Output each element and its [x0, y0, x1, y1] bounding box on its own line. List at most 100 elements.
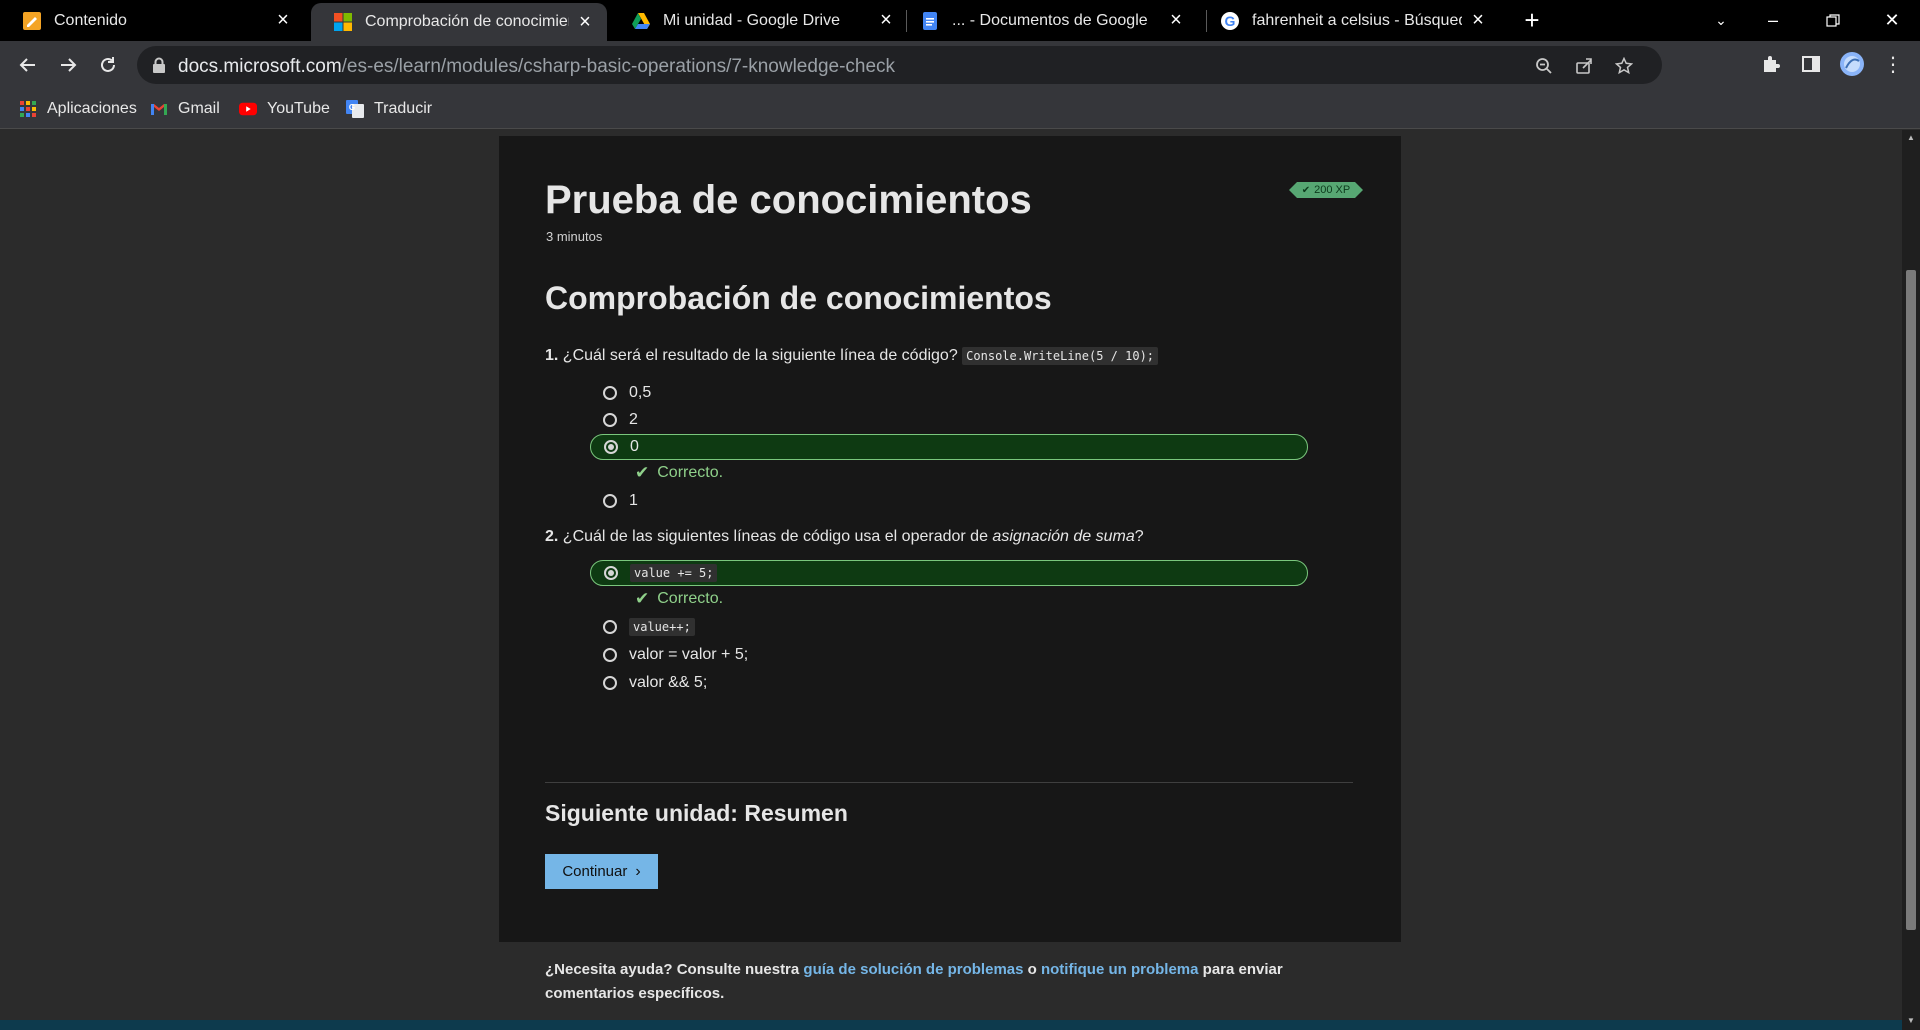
- answer-option[interactable]: value++;: [590, 614, 1308, 640]
- section-title: Comprobación de conocimientos: [545, 280, 1052, 316]
- radio-button-checked[interactable]: [604, 566, 618, 580]
- troubleshooting-link[interactable]: guía de solución de problemas: [803, 961, 1023, 978]
- gmail-icon: [150, 100, 168, 118]
- bookmark-label: YouTube: [267, 100, 330, 117]
- tab-contenido[interactable]: Contenido ×: [0, 0, 305, 41]
- radio-button[interactable]: [603, 648, 617, 662]
- radio-button[interactable]: [603, 676, 617, 690]
- side-panel-icon[interactable]: [1798, 51, 1824, 77]
- close-tab-icon[interactable]: ×: [575, 11, 595, 33]
- tab-title: ... - Documentos de Google: [952, 11, 1148, 29]
- question-1: 1. ¿Cuál será el resultado de la siguien…: [545, 347, 1159, 365]
- duration-text: 3 minutos: [546, 229, 603, 244]
- option-label: value++;: [629, 618, 695, 636]
- back-button[interactable]: [13, 51, 43, 79]
- bookmark-label: Gmail: [178, 100, 220, 117]
- tab-google-search[interactable]: G fahrenheit a celsius - Búsqueda de Goo…: [1198, 0, 1500, 41]
- continue-label: Continuar: [562, 863, 628, 880]
- scroll-down-icon[interactable]: ▼: [1906, 1016, 1916, 1026]
- new-tab-button[interactable]: +: [1519, 7, 1545, 34]
- radio-button[interactable]: [603, 620, 617, 634]
- divider: [545, 782, 1353, 783]
- microsoft-icon: [333, 12, 353, 32]
- google-icon: G: [1220, 11, 1240, 31]
- bookmarks-bar: Aplicaciones Gmail YouTube G Traducir: [0, 89, 1920, 129]
- svg-text:G: G: [349, 103, 355, 112]
- tab-title: Mi unidad - Google Drive: [663, 11, 840, 29]
- scrollbar-thumb[interactable]: [1906, 270, 1916, 930]
- correct-feedback: ✔ Correcto.: [635, 463, 723, 483]
- avatar[interactable]: [1839, 51, 1865, 77]
- radio-button[interactable]: [603, 386, 617, 400]
- tab-google-docs[interactable]: ... - Documentos de Google ×: [898, 0, 1198, 41]
- bookmark-gmail[interactable]: Gmail: [150, 97, 220, 121]
- question-text-end: ?: [1134, 528, 1144, 545]
- forward-button[interactable]: [53, 51, 83, 79]
- help-text: ¿Necesita ayuda? Consulte nuestra guía d…: [545, 958, 1345, 1006]
- report-problem-link[interactable]: notifique un problema: [1041, 961, 1199, 978]
- checkmark-icon: ✔: [635, 589, 650, 608]
- scroll-up-icon[interactable]: ▲: [1906, 133, 1916, 143]
- answer-option[interactable]: valor && 5;: [590, 670, 1308, 696]
- svg-text:G: G: [1225, 13, 1236, 29]
- close-tab-icon[interactable]: ×: [1166, 9, 1186, 31]
- option-label: 2: [629, 411, 638, 428]
- answer-option-selected[interactable]: value += 5;: [590, 560, 1308, 586]
- address-bar[interactable]: docs.microsoft.com/es-es/learn/modules/c…: [137, 46, 1662, 84]
- close-tab-icon[interactable]: ×: [876, 9, 896, 31]
- checkmark-icon: ✔: [635, 463, 650, 482]
- continue-button[interactable]: Continuar ›: [545, 854, 658, 889]
- answer-option[interactable]: 0,5: [590, 380, 1308, 406]
- radio-button-checked[interactable]: [604, 440, 618, 454]
- scrollbar[interactable]: ▲ ▼: [1902, 130, 1920, 1030]
- tab-comprobacion[interactable]: Comprobación de conocimientos ×: [311, 3, 607, 41]
- menu-icon[interactable]: ⋮: [1880, 51, 1906, 77]
- knowledge-check-card: Prueba de conocimientos 3 minutos ✔ 200 X…: [499, 136, 1401, 942]
- question-number: 2.: [545, 528, 559, 545]
- lock-icon[interactable]: [152, 57, 166, 73]
- check-icon: ✔: [1301, 184, 1311, 196]
- close-tab-icon[interactable]: ×: [1468, 9, 1488, 31]
- option-label: 0: [630, 438, 639, 455]
- close-window-button[interactable]: ✕: [1864, 0, 1920, 41]
- answer-option-selected[interactable]: 0: [590, 434, 1308, 460]
- tab-strip: Contenido × Comprobación de conocimiento…: [0, 0, 1920, 41]
- option-label: valor = valor + 5;: [629, 646, 749, 663]
- zoom-icon[interactable]: [1533, 55, 1555, 77]
- feedback-text: Correcto.: [657, 590, 724, 607]
- bookmark-youtube[interactable]: YouTube: [239, 97, 330, 121]
- answer-option[interactable]: valor = valor + 5;: [590, 642, 1308, 668]
- xp-badge: ✔ 200 XP: [1289, 182, 1363, 198]
- google-drive-icon: [631, 11, 651, 31]
- question-text: ¿Cuál de las siguientes líneas de código…: [562, 528, 988, 545]
- reload-button[interactable]: [93, 51, 123, 79]
- bookmark-label: Aplicaciones: [47, 100, 137, 117]
- youtube-icon: [239, 100, 257, 118]
- url-text[interactable]: docs.microsoft.com/es-es/learn/modules/c…: [178, 56, 895, 78]
- notepad-icon: [22, 11, 42, 31]
- close-tab-icon[interactable]: ×: [273, 9, 293, 31]
- bookmark-star-icon[interactable]: [1613, 55, 1635, 77]
- extensions-icon[interactable]: [1758, 51, 1784, 77]
- option-label: 0,5: [629, 384, 652, 401]
- tab-search-icon[interactable]: ⌄: [1693, 0, 1749, 41]
- option-label: 1: [629, 492, 638, 509]
- google-docs-icon: [920, 11, 940, 31]
- restore-button[interactable]: [1805, 0, 1861, 41]
- answer-option[interactable]: 1: [590, 488, 1308, 514]
- option-label: value += 5;: [630, 564, 718, 582]
- question-code: Console.WriteLine(5 / 10);: [962, 347, 1159, 365]
- answer-option[interactable]: 2: [590, 407, 1308, 433]
- bookmark-traducir[interactable]: G Traducir: [346, 97, 432, 121]
- browser-toolbar: docs.microsoft.com/es-es/learn/modules/c…: [0, 41, 1920, 89]
- radio-button[interactable]: [603, 494, 617, 508]
- tab-google-drive[interactable]: Mi unidad - Google Drive ×: [609, 0, 908, 41]
- page-title: Prueba de conocimientos: [545, 178, 1032, 222]
- radio-button[interactable]: [603, 413, 617, 427]
- bookmark-aplicaciones[interactable]: Aplicaciones: [19, 97, 137, 121]
- question-2: 2. ¿Cuál de las siguientes líneas de cód…: [545, 528, 1144, 546]
- minimize-button[interactable]: –: [1745, 0, 1801, 41]
- help-prefix: ¿Necesita ayuda? Consulte nuestra: [545, 961, 800, 978]
- share-icon[interactable]: [1573, 55, 1595, 77]
- next-unit-heading: Siguiente unidad: Resumen: [545, 800, 848, 826]
